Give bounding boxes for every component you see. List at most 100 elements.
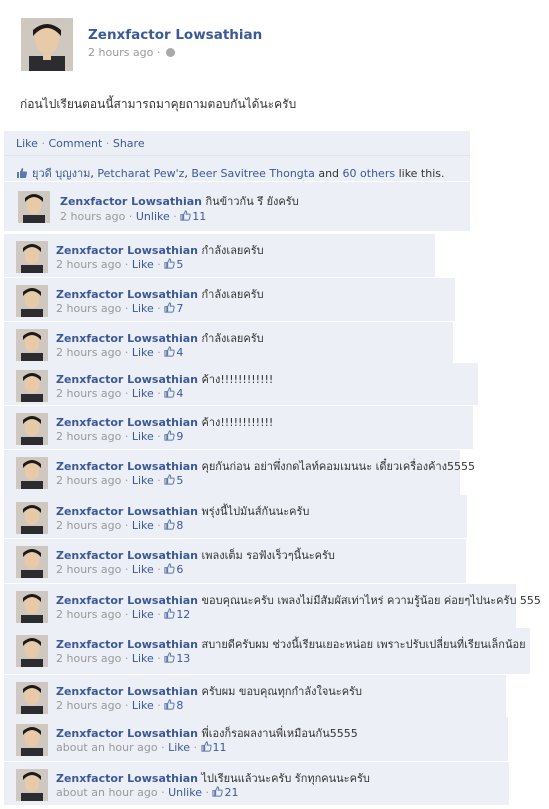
like-link[interactable]: Like: [132, 608, 154, 621]
comment-timestamp[interactable]: 2 hours ago: [56, 258, 121, 271]
comment-timestamp[interactable]: 2 hours ago: [56, 563, 121, 576]
comment-author-avatar[interactable]: [16, 413, 48, 445]
meta-separator: ·: [157, 741, 169, 754]
meta-separator: ·: [190, 741, 201, 754]
like-link[interactable]: Like: [132, 258, 154, 271]
comment-timestamp[interactable]: 2 hours ago: [56, 302, 121, 315]
meta-separator: ·: [153, 652, 165, 665]
comment-author-name[interactable]: Zenxfactor Lowsathian: [56, 332, 198, 345]
comment-author-name[interactable]: Zenxfactor Lowsathian: [56, 373, 198, 386]
like-link[interactable]: Like: [168, 741, 190, 754]
comment-author-avatar[interactable]: [16, 285, 48, 317]
comment-timestamp[interactable]: 2 hours ago: [56, 346, 121, 359]
comment-like-count[interactable]: 11: [180, 210, 206, 223]
comment-meta: 2 hours ago · Like · 6: [56, 563, 183, 576]
comment-body: Zenxfactor Lowsathian ไปเรียนแล้วนะครับ …: [56, 769, 370, 787]
comment-author-name[interactable]: Zenxfactor Lowsathian: [56, 727, 198, 740]
post-author-name[interactable]: Zenxfactor Lowsathian: [88, 27, 262, 43]
comment-author-name[interactable]: Zenxfactor Lowsathian: [56, 288, 198, 301]
unlike-link[interactable]: Unlike: [136, 210, 170, 223]
like-link[interactable]: Like: [132, 474, 154, 487]
like-link[interactable]: Like: [132, 430, 154, 443]
comment-like-count[interactable]: 8: [164, 699, 183, 712]
post-author-avatar[interactable]: [21, 18, 73, 71]
comment-text: ค้าง!!!!!!!!!!!!: [197, 373, 274, 386]
like-link[interactable]: Like: [16, 137, 38, 150]
comment-like-count[interactable]: 11: [200, 741, 227, 754]
likes-summary: ยุวดี บุญงาม, Petcharat Pew'z, Beer Savi…: [4, 156, 470, 182]
comment-item: Zenxfactor Lowsathian ครับผม ขอบคุณทุกกำ…: [4, 675, 506, 717]
comment-timestamp[interactable]: about an hour ago: [56, 741, 158, 754]
comment-author-name[interactable]: Zenxfactor Lowsathian: [56, 416, 198, 429]
meta-separator: ·: [153, 474, 165, 487]
comment-like-count[interactable]: 4: [164, 346, 183, 359]
comment-author-avatar[interactable]: [16, 329, 48, 361]
like-link[interactable]: Like: [132, 346, 154, 359]
thumbs-up-icon: [200, 741, 212, 752]
liker-name-1[interactable]: ยุวดี บุญงาม: [32, 167, 90, 180]
comment-author-name[interactable]: Zenxfactor Lowsathian: [56, 772, 198, 785]
comment-like-count[interactable]: 7: [164, 302, 183, 315]
comment-author-avatar[interactable]: [16, 591, 48, 623]
meta-separator: ·: [121, 258, 132, 271]
comment-text: กำลังเลยครับ: [197, 332, 264, 345]
share-link[interactable]: Share: [113, 137, 145, 150]
like-link[interactable]: Like: [132, 519, 154, 532]
comment-author-avatar[interactable]: [16, 457, 48, 489]
comment-timestamp[interactable]: 2 hours ago: [56, 699, 121, 712]
comment-like-count[interactable]: 21: [212, 786, 238, 799]
comment-like-count[interactable]: 8: [164, 519, 183, 532]
comment-author-avatar[interactable]: [16, 635, 48, 667]
comment-author-avatar[interactable]: [16, 769, 48, 801]
comment-author-avatar[interactable]: [18, 191, 50, 223]
like-link[interactable]: Like: [132, 652, 154, 665]
unlike-link[interactable]: Unlike: [168, 786, 202, 799]
comment-like-count[interactable]: 4: [164, 387, 183, 400]
like-link[interactable]: Like: [132, 563, 154, 576]
comment-timestamp[interactable]: 2 hours ago: [56, 474, 121, 487]
comment-author-name[interactable]: Zenxfactor Lowsathian: [56, 549, 198, 562]
comment-timestamp[interactable]: 2 hours ago: [56, 430, 121, 443]
comment-item: Zenxfactor Lowsathian ค้าง!!!!!!!!!!!! 2 …: [4, 363, 478, 405]
comment-author-avatar[interactable]: [16, 682, 48, 714]
meta-separator: ·: [121, 430, 132, 443]
comment-author-avatar[interactable]: [16, 502, 48, 534]
comment-author-avatar[interactable]: [16, 241, 48, 273]
comment-author-name[interactable]: Zenxfactor Lowsathian: [56, 638, 198, 651]
post-actions-bar: Like · Comment · Share: [4, 131, 470, 156]
action-separator: ·: [41, 137, 45, 150]
comment-like-count[interactable]: 5: [164, 258, 183, 271]
others-link[interactable]: 60 others: [343, 167, 396, 180]
comment-text: เพลงเต็ม รอฟังเร็วๆนี้นะครับ: [197, 549, 335, 562]
comment-author-name[interactable]: Zenxfactor Lowsathian: [60, 195, 202, 208]
meta-separator: ·: [153, 302, 165, 315]
comment-author-avatar[interactable]: [16, 724, 48, 756]
comment-timestamp[interactable]: 2 hours ago: [56, 519, 121, 532]
comment-like-count[interactable]: 12: [164, 608, 190, 621]
comment-author-name[interactable]: Zenxfactor Lowsathian: [56, 594, 198, 607]
like-link[interactable]: Like: [132, 387, 154, 400]
comment-author-name[interactable]: Zenxfactor Lowsathian: [56, 244, 198, 257]
comment-like-count[interactable]: 9: [164, 430, 183, 443]
comment-link[interactable]: Comment: [48, 137, 102, 150]
comment-author-name[interactable]: Zenxfactor Lowsathian: [56, 505, 198, 518]
comment-timestamp[interactable]: 2 hours ago: [60, 210, 125, 223]
comment-body: Zenxfactor Lowsathian กำลังเลยครับ: [56, 329, 264, 347]
comment-author-avatar[interactable]: [16, 546, 48, 578]
like-link[interactable]: Like: [132, 302, 154, 315]
comment-author-name[interactable]: Zenxfactor Lowsathian: [56, 685, 198, 698]
comment-timestamp[interactable]: 2 hours ago: [56, 652, 121, 665]
like-link[interactable]: Like: [132, 699, 154, 712]
post-timestamp[interactable]: 2 hours ago: [88, 46, 153, 59]
comment-author-name[interactable]: Zenxfactor Lowsathian: [56, 460, 198, 473]
meta-separator: ·: [121, 387, 132, 400]
comment-author-avatar[interactable]: [16, 370, 48, 402]
liker-name-3[interactable]: Beer Savitree Thongta: [191, 167, 314, 180]
comment-like-count[interactable]: 6: [164, 563, 183, 576]
comment-timestamp[interactable]: 2 hours ago: [56, 608, 121, 621]
comment-timestamp[interactable]: about an hour ago: [56, 786, 158, 799]
comment-timestamp[interactable]: 2 hours ago: [56, 387, 121, 400]
liker-name-2[interactable]: Petcharat Pew'z: [97, 167, 184, 180]
comment-like-count[interactable]: 5: [164, 474, 183, 487]
comment-like-count[interactable]: 13: [164, 652, 190, 665]
